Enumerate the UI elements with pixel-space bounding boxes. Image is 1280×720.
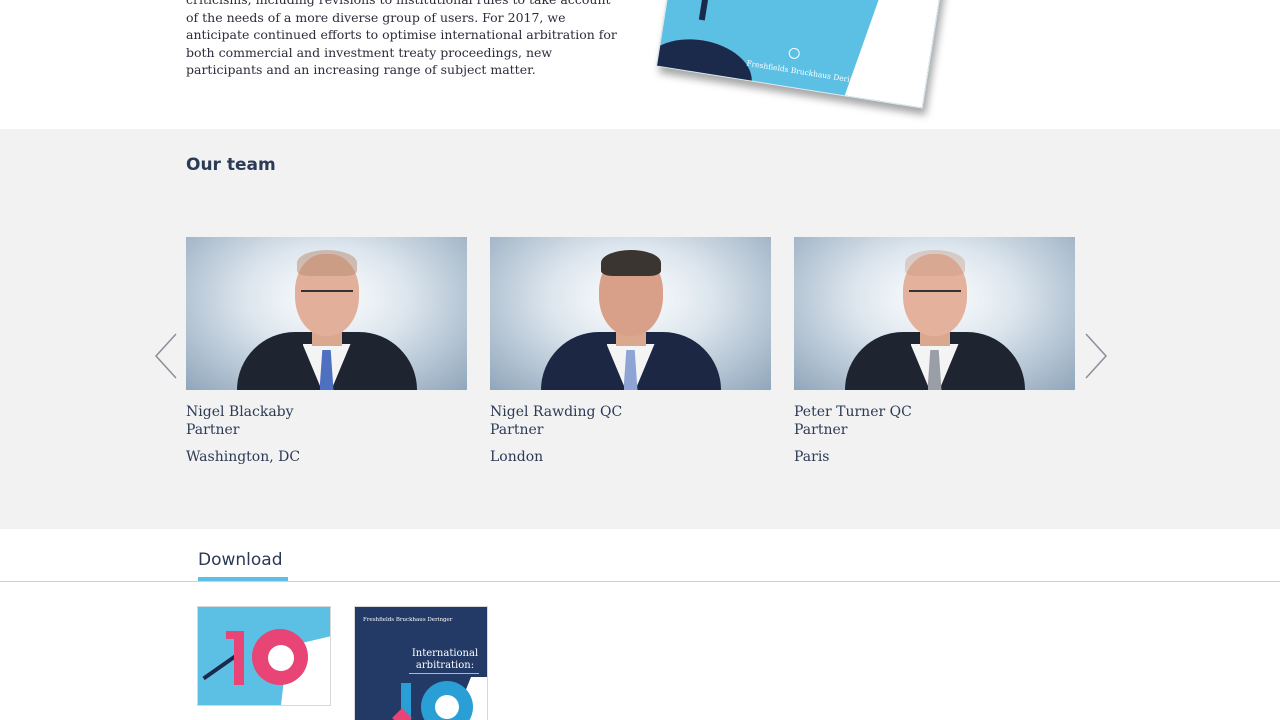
team-member-office: Washington, DC xyxy=(186,449,301,465)
tab-download[interactable]: Download xyxy=(198,550,283,570)
brochure-lamp-stick xyxy=(698,0,712,21)
intro-paragraph: criticisms, including revisions to insti… xyxy=(186,0,617,78)
team-member-office: Paris xyxy=(794,449,830,465)
team-member-name[interactable]: Nigel Rawding QC xyxy=(490,403,771,421)
team-section: Our team Nigel Blackaby Partner Washingt… xyxy=(0,129,1280,529)
team-member-role: Partner xyxy=(794,422,848,438)
team-member-office: London xyxy=(490,449,544,465)
person-portrait xyxy=(236,240,417,390)
team-card[interactable]: Peter Turner QC Partner Paris xyxy=(794,237,1075,466)
brochure-dark-arc xyxy=(655,31,757,109)
chevron-right-icon[interactable] xyxy=(1076,326,1116,386)
report-title: International arbitration: xyxy=(411,648,479,671)
team-member-photo[interactable] xyxy=(490,237,771,390)
team-card[interactable]: Nigel Blackaby Partner Washington, DC xyxy=(186,237,467,466)
team-member-role: Partner xyxy=(186,422,240,438)
report-brand: Freshfields Bruckhaus Deringer xyxy=(363,617,453,623)
person-portrait xyxy=(844,240,1025,390)
team-member-name[interactable]: Peter Turner QC xyxy=(794,403,1075,421)
chevron-left-icon[interactable] xyxy=(146,326,186,386)
tab-divider xyxy=(0,581,1280,582)
download-cover-thumbnail[interactable] xyxy=(197,606,331,706)
team-member-photo[interactable] xyxy=(794,237,1075,390)
team-member-name[interactable]: Nigel Blackaby xyxy=(186,403,467,421)
brochure-seal-icon xyxy=(787,47,801,60)
team-member-role: Partner xyxy=(490,422,544,438)
brochure-brand: Freshfields Bruckhaus Deringer xyxy=(745,58,868,87)
brochure-white-edge xyxy=(845,0,942,108)
brochure-image: Freshfields Bruckhaus Deringer xyxy=(655,0,943,109)
team-card[interactable]: Nigel Rawding QC Partner London xyxy=(490,237,771,466)
team-member-photo[interactable] xyxy=(186,237,467,390)
team-title: Our team xyxy=(186,155,276,175)
download-report-thumbnail[interactable]: Freshfields Bruckhaus Deringer Internati… xyxy=(354,606,488,720)
person-portrait xyxy=(540,240,721,390)
